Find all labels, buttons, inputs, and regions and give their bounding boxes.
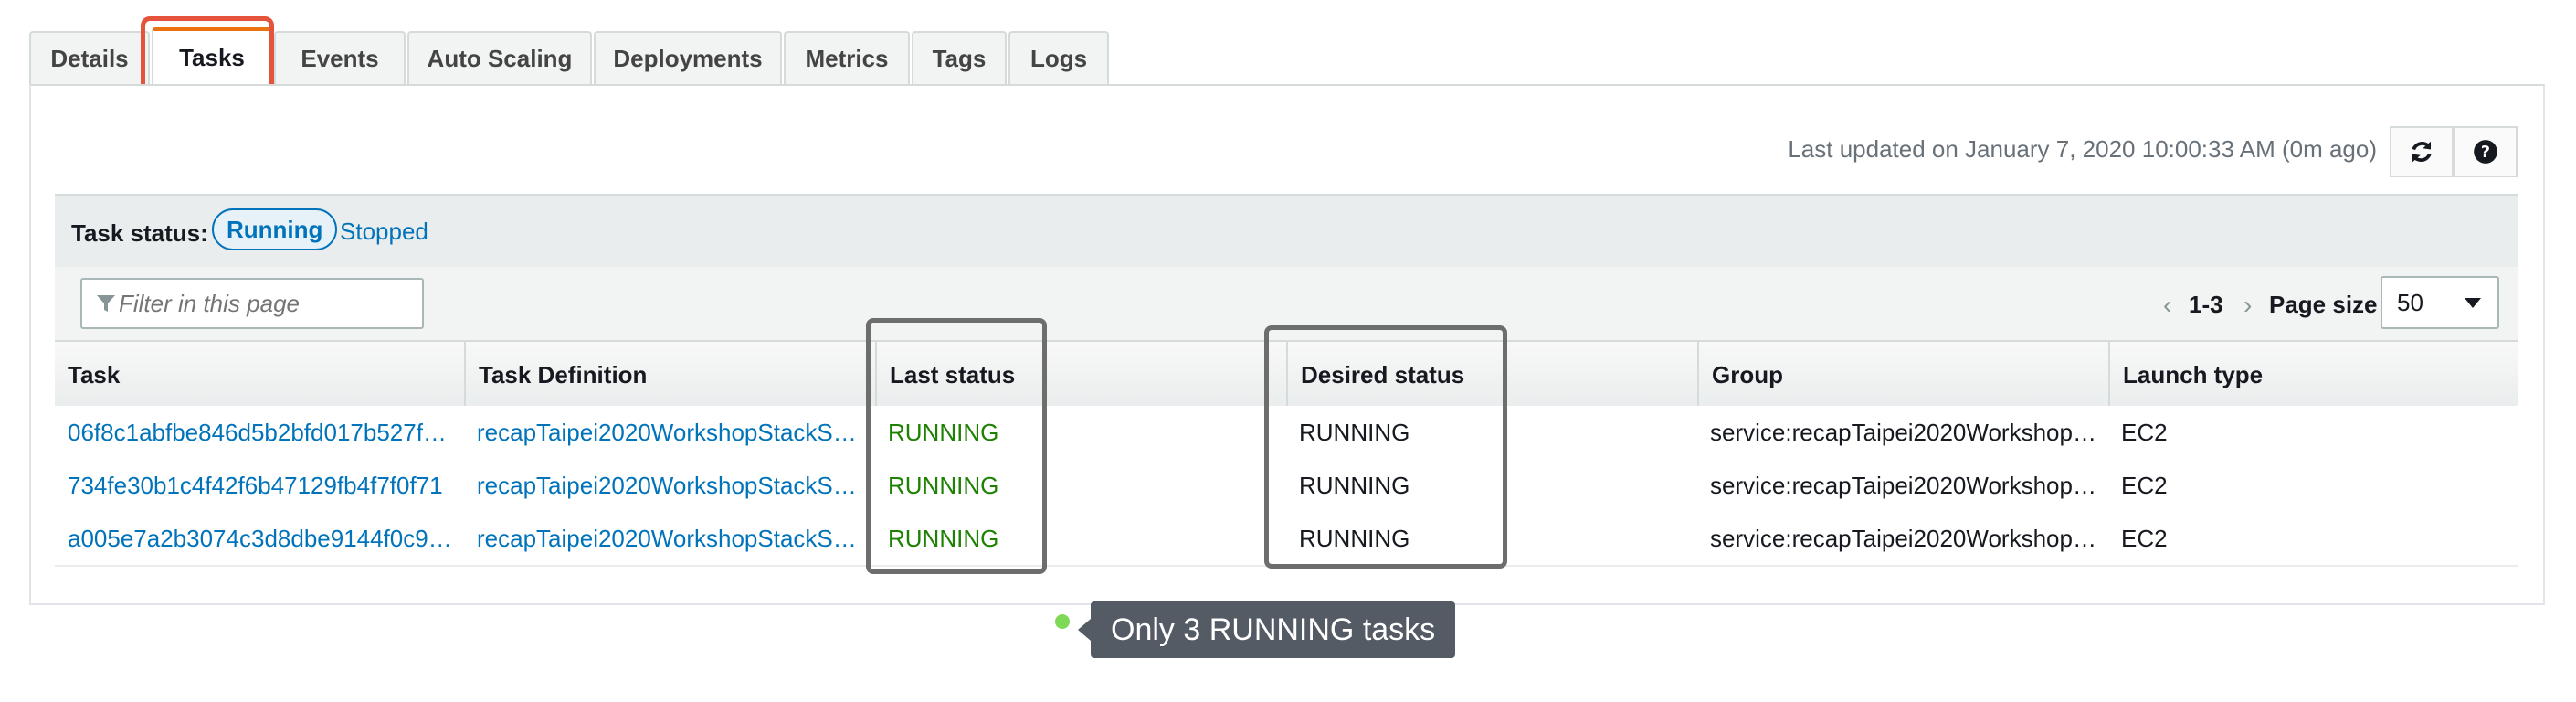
tab-tags[interactable]: Tags (912, 31, 1007, 84)
tasks-tab-highlight (141, 16, 274, 93)
last-status-highlight-box (866, 318, 1047, 574)
svg-text:?: ? (2481, 144, 2490, 162)
caret-down-icon (2465, 298, 2481, 308)
annotation-tooltip: Only 3 RUNNING tasks (1091, 601, 1456, 658)
filter-icon (97, 295, 115, 312)
task-id-link[interactable]: 06f8c1abfbe846d5b2bfd017b527f… (68, 419, 447, 447)
stopped-filter-link[interactable]: Stopped (340, 218, 428, 246)
task-definition-link[interactable]: recapTaipei2020WorkshopStackS… (477, 472, 857, 500)
next-page-button[interactable]: › (2243, 291, 2252, 320)
column-header-launch-type[interactable]: Launch type (2108, 342, 2518, 408)
running-filter-pill[interactable]: Running (212, 208, 338, 250)
previous-page-button[interactable]: ‹ (2163, 291, 2171, 320)
group-value: service:recapTaipei2020Workshop… (1710, 524, 2096, 552)
page-range: 1-3 (2189, 291, 2223, 318)
column-header-group[interactable]: Group (1697, 342, 2108, 408)
filter-input[interactable] (80, 278, 424, 329)
group-value: service:recapTaipei2020Workshop… (1710, 418, 2096, 446)
page-size-label: Page size (2269, 291, 2378, 318)
task-definition-link[interactable]: recapTaipei2020WorkshopStackS… (477, 525, 857, 553)
refresh-icon (2412, 141, 2432, 163)
tab-auto-scaling[interactable]: Auto Scaling (407, 31, 592, 84)
help-icon: ? (2474, 140, 2497, 164)
column-header-task-definition[interactable]: Task Definition (464, 342, 875, 408)
refresh-button[interactable] (2390, 126, 2454, 177)
help-button[interactable]: ? (2454, 126, 2518, 177)
page-size-select[interactable]: 50 (2381, 276, 2499, 329)
last-updated-text: Last updated on January 7, 2020 10:00:33… (1788, 135, 2377, 163)
task-id-link[interactable]: 734fe30b1c4f42f6b47129fb4f7f0f71 (68, 472, 443, 500)
task-status-label: Task status: (71, 219, 208, 247)
tab-logs[interactable]: Logs (1008, 31, 1109, 84)
desired-status-highlight-box (1264, 325, 1507, 569)
annotation-dot (1055, 614, 1070, 629)
group-value: service:recapTaipei2020Workshop… (1710, 471, 2096, 499)
page-size-value: 50 (2397, 288, 2423, 316)
tooltip-arrow (1078, 619, 1091, 641)
column-header-task[interactable]: Task (55, 342, 464, 408)
tab-deployments[interactable]: Deployments (594, 31, 782, 84)
task-status-bar: Task status: Running Stopped (55, 194, 2518, 269)
task-id-link[interactable]: a005e7a2b3074c3d8dbe9144f0c9… (68, 525, 452, 553)
launch-type-value: EC2 (2121, 524, 2168, 552)
tab-metrics[interactable]: Metrics (784, 31, 910, 84)
task-definition-link[interactable]: recapTaipei2020WorkshopStackS… (477, 419, 857, 447)
launch-type-value: EC2 (2121, 418, 2168, 446)
tab-details[interactable]: Details (29, 31, 150, 84)
tab-events[interactable]: Events (274, 31, 406, 84)
launch-type-value: EC2 (2121, 471, 2168, 499)
